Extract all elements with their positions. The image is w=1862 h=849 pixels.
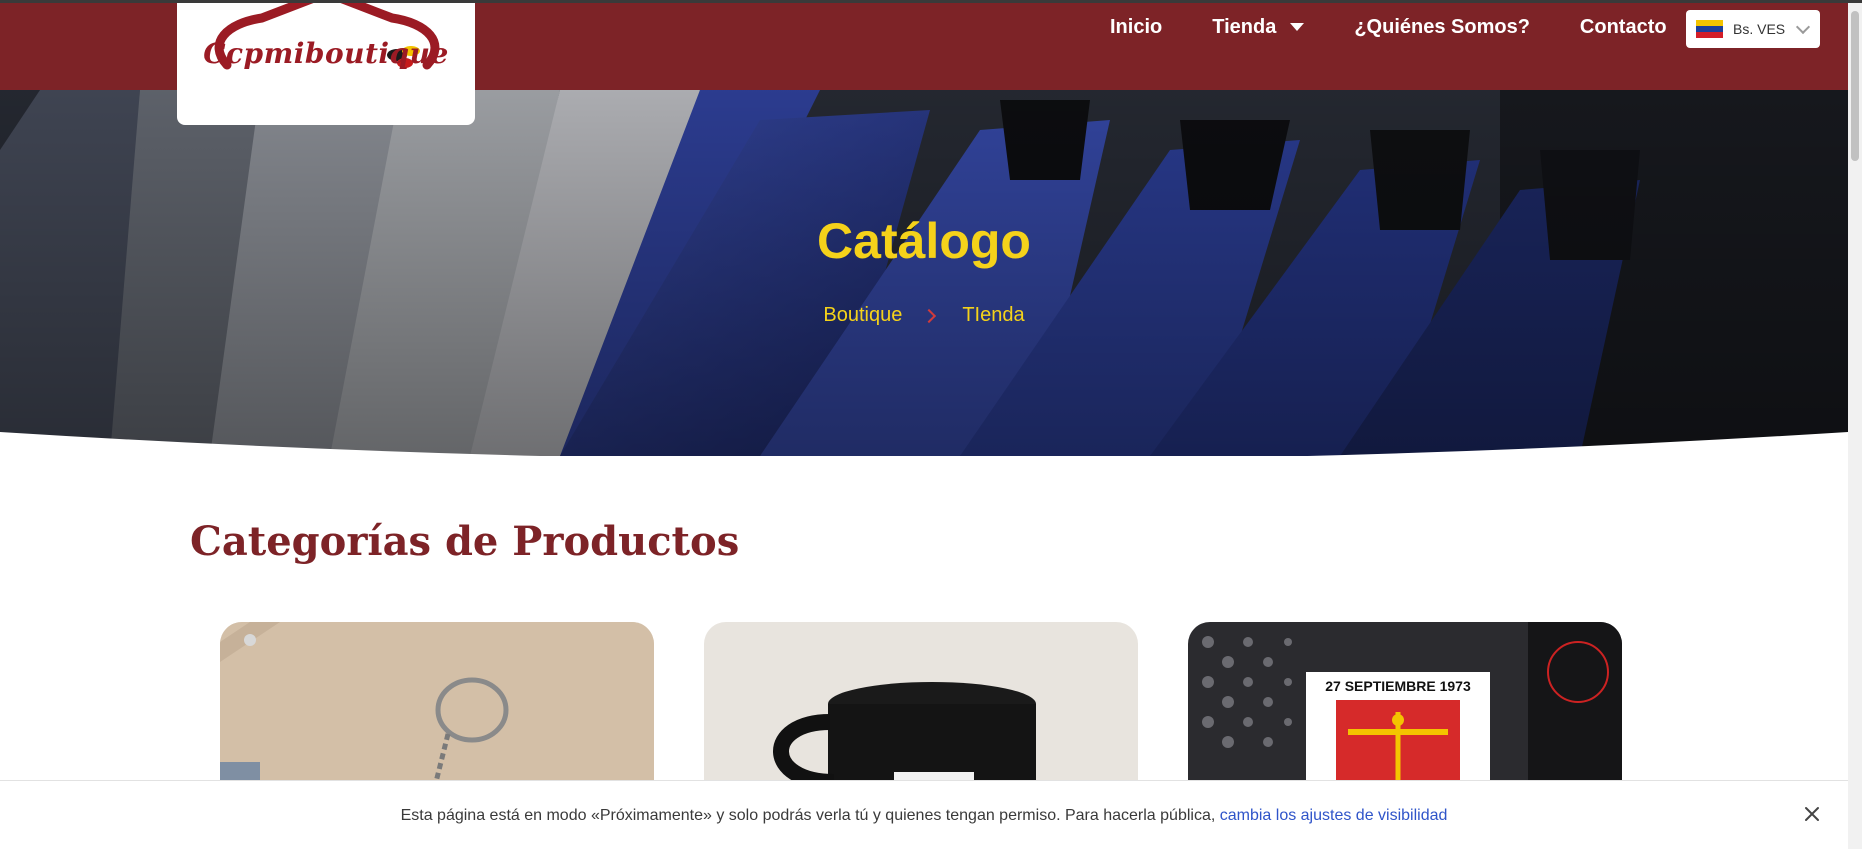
nav-label: Tienda [1212, 15, 1277, 38]
nav-label: Contacto [1579, 15, 1667, 38]
hero-banner: Catálogo Boutique TIenda [0, 90, 1848, 456]
scrollbar-thumb[interactable] [1851, 11, 1859, 161]
bag-print-text: 27 SEPTIEMBRE 1973 [1325, 678, 1471, 694]
caret-down-icon [1290, 23, 1305, 31]
logo-text: Ccpmiboutique [203, 37, 449, 70]
category-card-bag[interactable]: 27 SEPTIEMBRE 1973 [1188, 622, 1622, 782]
category-card-keychain[interactable] [220, 622, 654, 782]
breadcrumb-boutique[interactable]: Boutique [823, 304, 902, 327]
close-icon[interactable] [1801, 803, 1823, 825]
nav-item-contacto[interactable]: Contacto [1580, 16, 1667, 39]
mug-image [704, 622, 1138, 782]
site-logo[interactable]: Ccpmiboutique [177, 3, 475, 125]
nav-item-quienes-somos[interactable]: ¿Quiénes Somos? [1354, 16, 1530, 39]
breadcrumb: Boutique TIenda [0, 304, 1848, 327]
main-nav: Inicio Tienda ¿Quiénes Somos? Contacto [1110, 3, 1717, 51]
page-scrollbar[interactable] [1848, 3, 1862, 849]
nav-label: ¿Quiénes Somos? [1354, 15, 1530, 38]
notice-text: Esta página está en modo «Próximamente» … [0, 807, 1848, 825]
currency-selector[interactable]: Bs. VES [1686, 10, 1820, 48]
currency-label: Bs. VES [1733, 21, 1786, 37]
keychain-image [220, 622, 654, 782]
chevron-right-icon [922, 308, 937, 323]
chevron-down-icon [1795, 19, 1811, 35]
nav-item-tienda[interactable]: Tienda [1212, 15, 1305, 39]
section-title: Categorías de Productos [190, 518, 740, 565]
nav-item-inicio[interactable]: Inicio [1110, 16, 1162, 39]
breadcrumb-tienda: TIenda [962, 304, 1025, 326]
coming-soon-notice: Esta página está en modo «Próximamente» … [0, 780, 1848, 849]
notice-message: Esta página está en modo «Próximamente» … [400, 807, 1220, 824]
page-title: Catálogo [817, 213, 1031, 269]
bag-print-image [1188, 622, 1622, 782]
category-card-mug[interactable] [704, 622, 1138, 782]
nav-label: Inicio [1110, 15, 1163, 38]
venezuela-flag-icon [1696, 19, 1723, 39]
visibility-settings-link[interactable]: cambia los ajustes de visibilidad [1220, 807, 1448, 824]
hero-background-image [0, 90, 1848, 456]
